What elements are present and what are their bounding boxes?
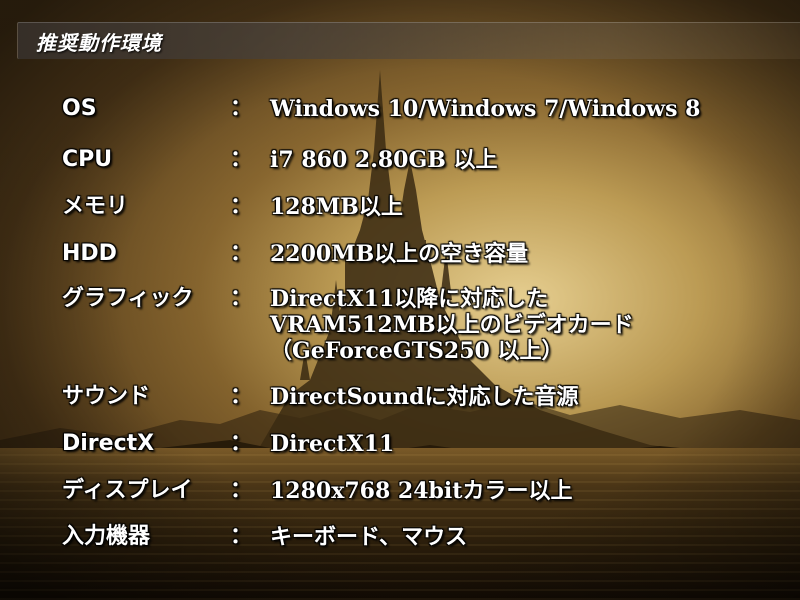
spec-label: OS (62, 96, 97, 121)
spec-value-line: Windows 10/Windows 7/Windows 8 (270, 96, 701, 122)
spec-colon: ： (230, 286, 253, 311)
spec-colon: ： (230, 147, 253, 172)
spec-label: ディスプレイ (62, 478, 193, 503)
spec-colon: ： (230, 96, 253, 121)
spec-value: DirectSoundに対応した音源 (270, 384, 579, 410)
spec-label: DirectX (62, 431, 155, 456)
spec-label: 入力機器 (62, 524, 151, 549)
spec-value: 2200MB以上の空き容量 (270, 241, 528, 267)
spec-value-line: 2200MB以上の空き容量 (270, 241, 529, 267)
spec-colon: ： (230, 384, 253, 409)
spec-value-line: 128MB以上 (270, 194, 403, 220)
spec-colon: ： (230, 431, 253, 456)
spec-value: Windows 10/Windows 7/Windows 8 (270, 96, 700, 122)
spec-label: CPU (62, 147, 113, 172)
spec-value: キーボード、マウス (270, 524, 467, 550)
spec-colon: ： (230, 194, 253, 219)
spec-list: OS ： Windows 10/Windows 7/Windows 8 CPU … (0, 0, 800, 600)
spec-value: 1280x768 24bitカラー以上 (270, 478, 572, 504)
spec-value-line: 1280x768 24bitカラー以上 (270, 478, 573, 504)
spec-label: サウンド (62, 384, 151, 409)
spec-value: 128MB以上 (270, 194, 403, 220)
spec-value: i7 860 2.80GB 以上 (270, 147, 498, 173)
spec-value-line: i7 860 2.80GB 以上 (270, 147, 498, 173)
spec-colon: ： (230, 478, 253, 503)
spec-value-line: DirectX11以降に対応した (270, 286, 549, 312)
spec-value-line: VRAM512MB以上のビデオカード (270, 312, 634, 338)
spec-label: メモリ (62, 194, 129, 219)
spec-colon: ： (230, 241, 253, 266)
spec-label: HDD (62, 241, 117, 266)
spec-label: グラフィック (62, 286, 194, 311)
spec-value: DirectX11以降に対応した VRAM512MB以上のビデオカード （GeF… (270, 286, 634, 364)
spec-colon: ： (230, 524, 253, 549)
spec-value-line: DirectX11 (270, 431, 395, 457)
spec-value: DirectX11 (270, 431, 394, 457)
spec-value-line: DirectSoundに対応した音源 (270, 384, 579, 410)
spec-value-line: （GeForceGTS250 以上） (270, 338, 564, 364)
spec-value-line: キーボード、マウス (270, 524, 468, 550)
